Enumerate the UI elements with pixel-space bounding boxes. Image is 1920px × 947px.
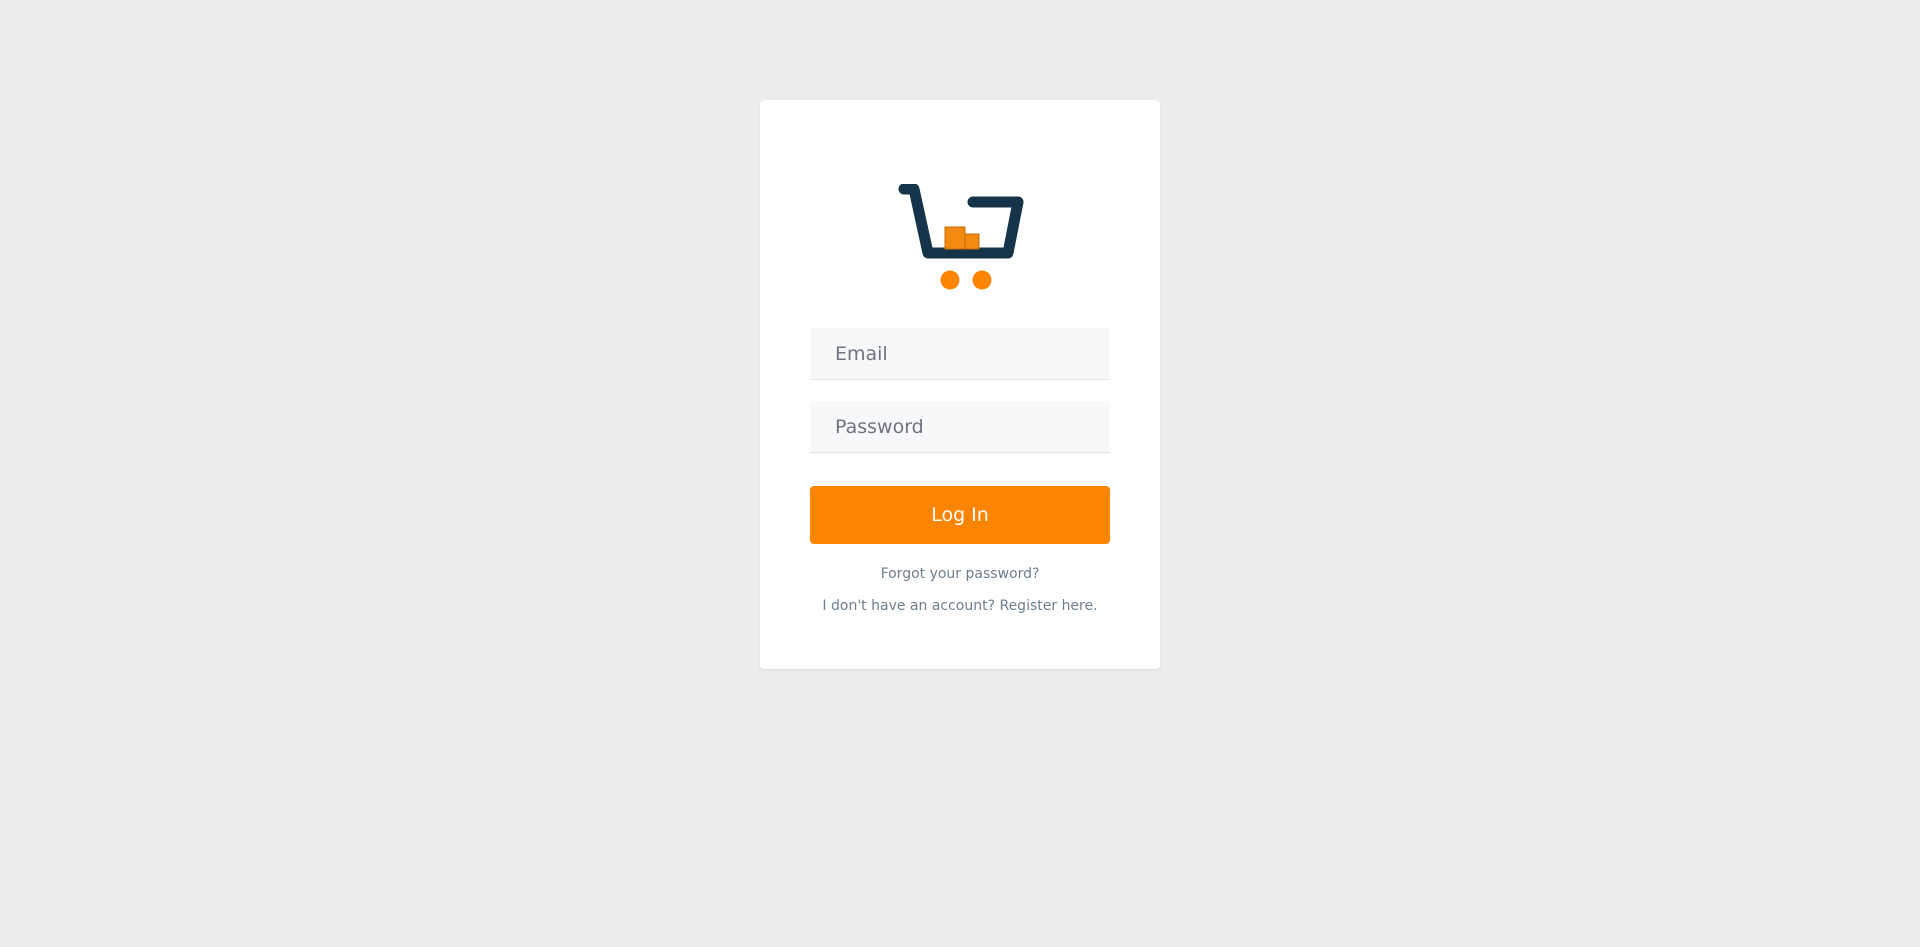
login-card: Log In Forgot your password? I don't hav… (760, 100, 1160, 669)
forgot-password-link[interactable]: Forgot your password? (760, 566, 1160, 582)
password-field[interactable] (810, 401, 1110, 453)
login-button[interactable]: Log In (810, 486, 1110, 544)
shopping-cart-icon (898, 183, 1024, 294)
email-field[interactable] (810, 328, 1110, 380)
register-link[interactable]: I don't have an account? Register here. (760, 598, 1160, 614)
